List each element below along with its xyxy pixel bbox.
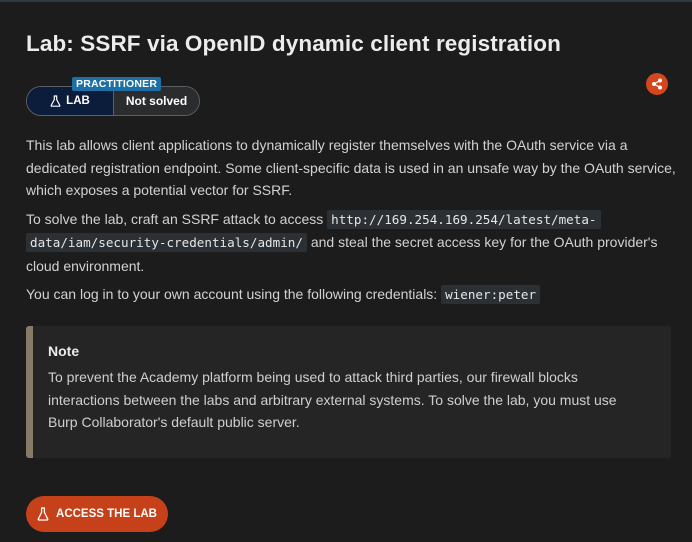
note-body: To prevent the Academy platform being us… (48, 369, 617, 430)
flask-icon (37, 507, 49, 521)
lab-type-label: LAB (66, 95, 90, 107)
share-icon (652, 78, 662, 90)
status-badge: Not solved (114, 87, 199, 115)
access-lab-button[interactable]: ACCESS THE LAB (26, 496, 168, 532)
level-badge: PRACTITIONER (72, 77, 162, 91)
lab-badge: PRACTITIONER LAB Not solved (26, 77, 200, 116)
description-paragraph-2: To solve the lab, craft an SSRF attack t… (26, 208, 678, 278)
top-divider (0, 0, 692, 2)
lab-type-badge: PRACTITIONER LAB (27, 77, 162, 115)
flask-icon (50, 95, 61, 107)
description-paragraph-1: This lab allows client applications to d… (26, 137, 676, 198)
share-button[interactable] (646, 73, 668, 95)
description-text: To solve the lab, craft an SSRF attack t… (26, 210, 328, 227)
lab-description: This lab allows client applications to d… (26, 134, 678, 313)
credentials-code: wiener:peter (441, 285, 541, 304)
page-title: Lab: SSRF via OpenID dynamic client regi… (26, 31, 561, 56)
note-box: Note To prevent the Academy platform bei… (26, 326, 671, 458)
access-lab-label: ACCESS THE LAB (56, 508, 157, 520)
description-paragraph-3: You can log in to your own account using… (26, 283, 678, 307)
note-title: Note (48, 343, 80, 359)
description-text: You can log in to your own account using… (26, 286, 442, 302)
